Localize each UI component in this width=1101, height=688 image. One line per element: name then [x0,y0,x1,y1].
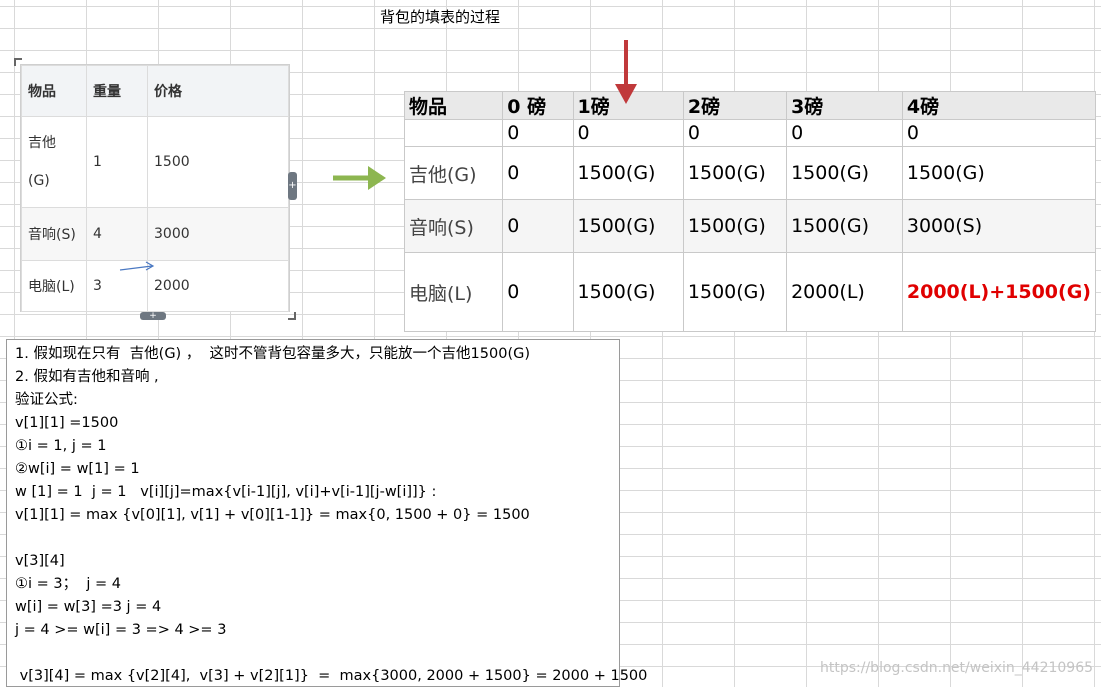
note-line: v[3][4] [15,553,65,569]
note-line: v[3][4] = max {v[2][4], v[3] + v[2][1]} … [15,668,648,684]
note-line: v[1][1] = max {v[0][1], v[1] + v[0][1-1]… [15,507,530,523]
note-line [15,527,611,550]
blue-arrow-icon [119,261,155,271]
note-line: w[i] = w[3] =3 j = 4 [15,599,162,615]
watermark: https://blog.csdn.net/weixin_44210965 [820,660,1094,676]
note-line [15,642,611,665]
note-line: ①i = 3； j = 4 [15,576,121,592]
note-line: j = 4 >= w[i] = 3 => 4 >= 3 [15,622,227,638]
green-arrow-icon [333,166,386,190]
red-down-arrow-icon [615,40,637,104]
note-line: ②w[i] = w[1] = 1 [15,461,140,477]
note-line: w [1] = 1 j = 1 v[i][j]=max{v[i-1][j], v… [15,484,437,500]
note-line: v[1][1] =1500 [15,415,119,431]
note-line: 验证公式: [15,392,78,408]
note-line: 1. 假如现在只有 吉他(G) ， 这时不管背包容量多大，只能放一个吉他1500… [15,346,530,362]
formula-notes-panel: 1. 假如现在只有 吉他(G) ， 这时不管背包容量多大，只能放一个吉他1500… [6,339,648,687]
note-line: 2. 假如有吉他和音响 , [15,369,159,385]
note-line: ①i = 1, j = 1 [15,438,107,454]
